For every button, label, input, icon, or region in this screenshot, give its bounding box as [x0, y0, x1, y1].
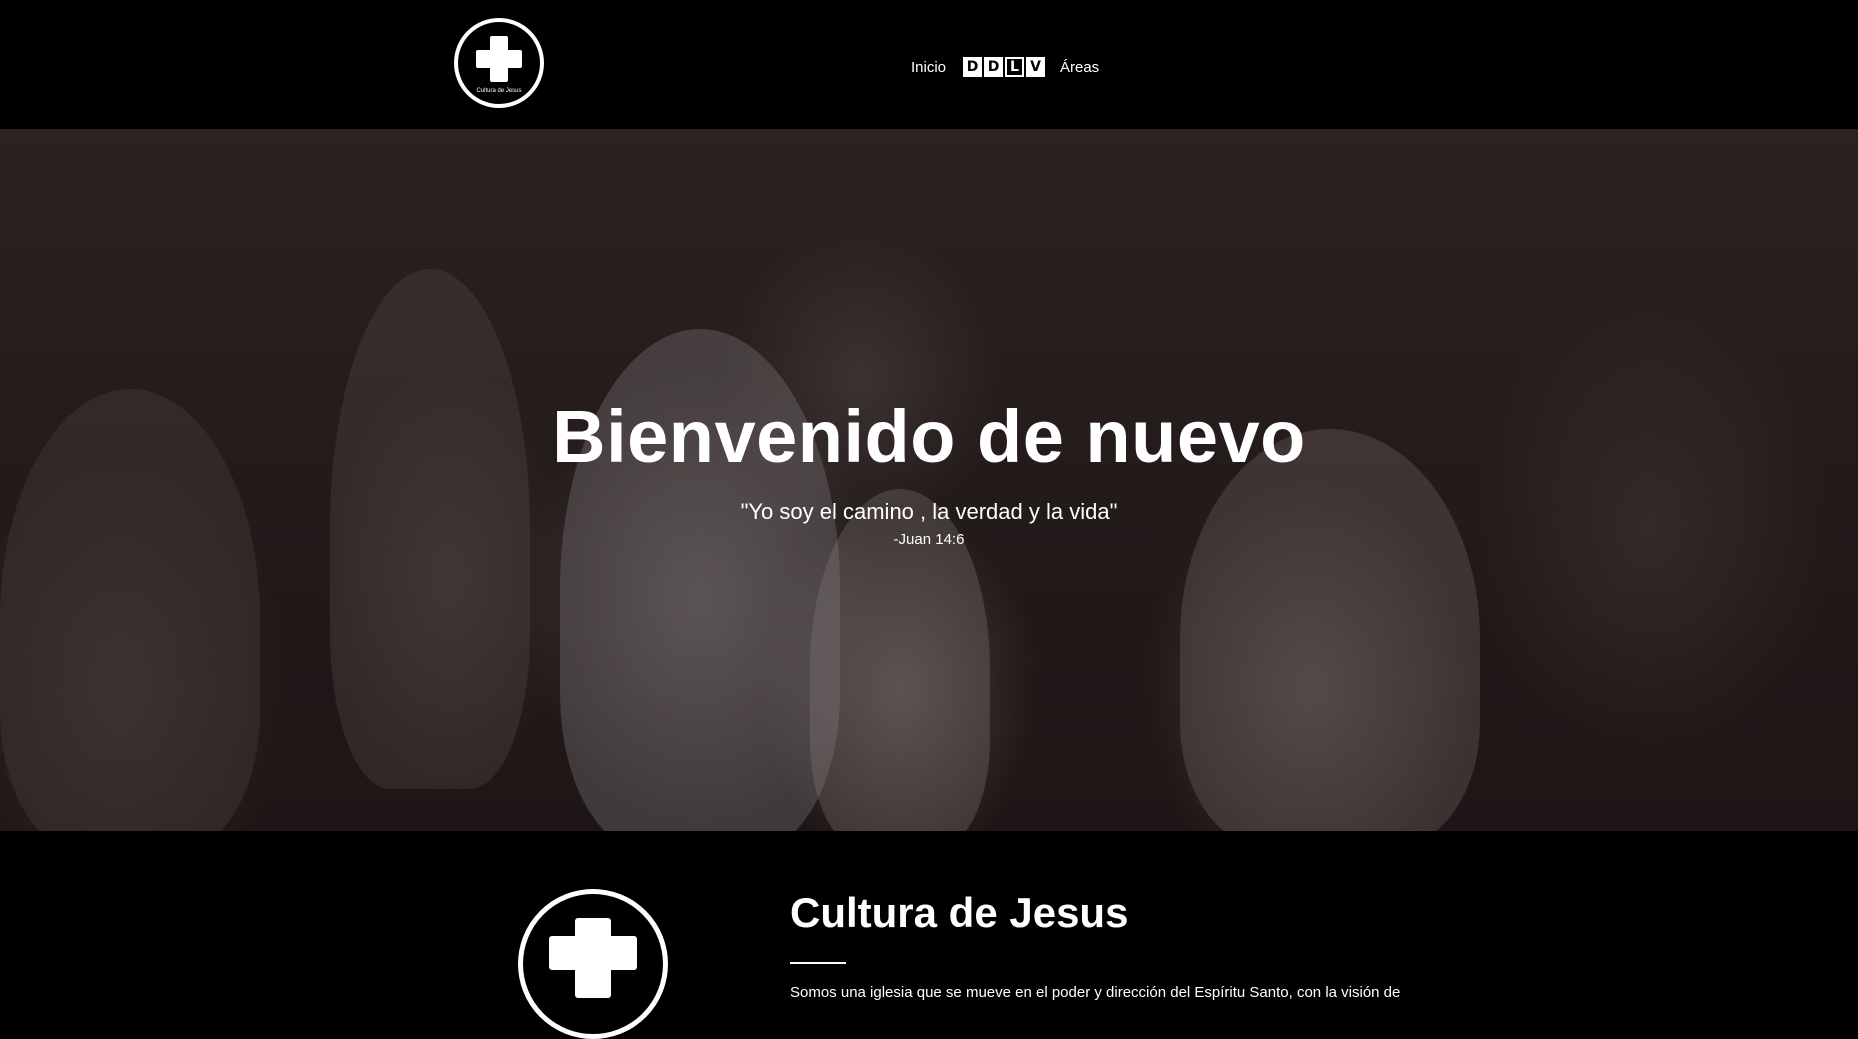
about-section: Cultura de Jesus Somos una iglesia que s… — [0, 831, 1858, 1039]
ddlv-letter: L — [1005, 57, 1024, 77]
logo[interactable]: Cultura de Jesus — [454, 18, 544, 108]
logo-text: Cultura de Jesus — [476, 88, 522, 94]
ddlv-letter: V — [1026, 57, 1045, 77]
site-header: Cultura de Jesus Inicio D D L V Áreas — [0, 0, 1858, 129]
hero-title: Bienvenido de nuevo — [552, 395, 1306, 478]
hero-reference: -Juan 14:6 — [893, 531, 965, 548]
nav-item-inicio[interactable]: Inicio — [911, 52, 946, 82]
nav-item-areas[interactable]: Áreas — [1060, 52, 1099, 82]
hero-banner: Bienvenido de nuevo "Yo soy el camino , … — [0, 129, 1858, 831]
hero-quote: "Yo soy el camino , la verdad y la vida" — [740, 499, 1118, 524]
ddlv-letter: D — [984, 57, 1003, 77]
about-text: Somos una iglesia que se mueve en el pod… — [790, 984, 1401, 1001]
ddlv-letter: D — [963, 57, 982, 77]
about-title: Cultura de Jesus — [790, 889, 1129, 936]
about-logo — [518, 889, 668, 1039]
divider — [790, 962, 846, 964]
nav-item-ddlv[interactable]: D D L V — [963, 55, 1045, 79]
